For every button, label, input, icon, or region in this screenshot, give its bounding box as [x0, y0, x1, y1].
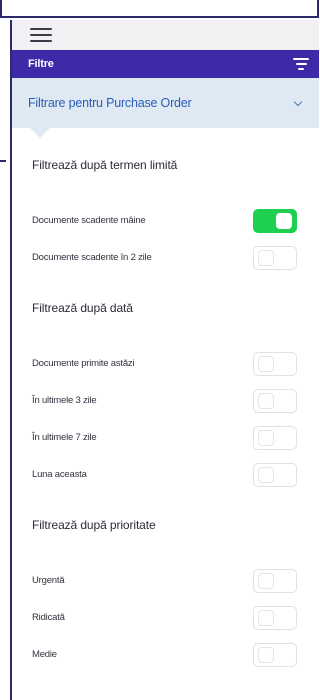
filter-row-last-7-days: În ultimele 7 zile [12, 419, 319, 456]
filters-panel: Filtre Filtrare pentru Purchase Order Fi… [10, 20, 319, 700]
section-label: Filtrare pentru Purchase Order [28, 96, 192, 110]
filter-label: Luna aceasta [32, 469, 87, 480]
filter-label: În ultimele 3 zile [32, 395, 97, 406]
toggle-due-2-days[interactable] [253, 245, 297, 270]
filter-row-last-3-days: În ultimele 3 zile [12, 382, 319, 419]
purchase-order-section-toggle[interactable]: Filtrare pentru Purchase Order [12, 78, 319, 138]
pointer-arrow [30, 128, 50, 138]
filter-label: Medie [32, 649, 57, 660]
filter-row-urgent: Urgentă [12, 562, 319, 599]
filter-row-medium: Medie [12, 636, 319, 673]
toggle-due-tomorrow[interactable] [253, 208, 297, 233]
toggle-medium[interactable] [253, 642, 297, 667]
chevron-down-icon [293, 97, 303, 106]
filters-title: Filtre [28, 58, 54, 70]
group-title-deadline: Filtrează după termen limită [32, 158, 178, 172]
filter-label: Urgentă [32, 575, 65, 586]
filter-row-this-month: Luna aceasta [12, 456, 319, 493]
filter-row-due-2-days: Documente scadente în 2 zile [12, 239, 319, 276]
filter-label: Documente scadente în 2 zile [32, 252, 152, 263]
filter-row-due-tomorrow: Documente scadente mâine [12, 202, 319, 239]
filter-label: Documente primite astăzi [32, 358, 135, 369]
group-title-priority: Filtrează după prioritate [32, 518, 156, 532]
filter-label: În ultimele 7 zile [32, 432, 97, 443]
filter-label: Documente scadente mâine [32, 215, 146, 226]
filters-header: Filtre [12, 50, 319, 78]
toggle-last-7-days[interactable] [253, 425, 297, 450]
filter-label: Ridicată [32, 612, 65, 623]
hamburger-menu-icon[interactable] [30, 28, 52, 42]
toggle-last-3-days[interactable] [253, 388, 297, 413]
toggle-this-month[interactable] [253, 462, 297, 487]
toggle-received-today[interactable] [253, 351, 297, 376]
toggle-high[interactable] [253, 605, 297, 630]
filter-row-high: Ridicată [12, 599, 319, 636]
app-bar [12, 20, 319, 50]
toggle-urgent[interactable] [253, 568, 297, 593]
filter-row-received-today: Documente primite astăzi [12, 345, 319, 382]
group-title-date: Filtrează după dată [32, 301, 133, 315]
filter-icon[interactable] [293, 58, 309, 70]
top-frame-edge [0, 0, 319, 18]
